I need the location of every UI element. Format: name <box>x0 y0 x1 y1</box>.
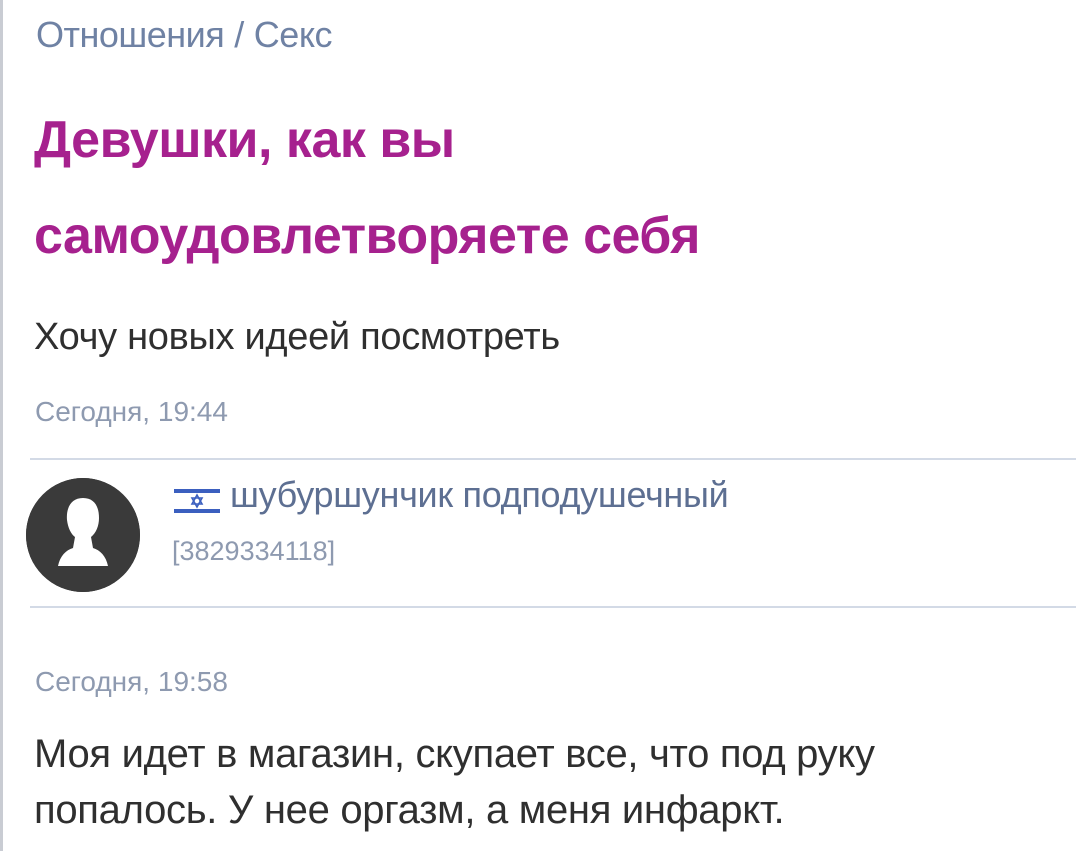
divider <box>30 458 1076 460</box>
post-timestamp: Сегодня, 19:44 <box>35 396 228 427</box>
reply-timestamp: Сегодня, 19:58 <box>35 666 228 697</box>
post-body: Хочу новых идеей посмотреть <box>34 316 560 358</box>
divider <box>30 606 1076 608</box>
left-border <box>0 0 3 851</box>
author-name[interactable]: шубуршунчик подподушечный <box>230 474 729 516</box>
israel-flag-icon <box>174 486 220 516</box>
post-title: Девушки, как вы самоудовлетворяете себя <box>34 92 1034 284</box>
breadcrumb-separator: / <box>234 14 244 55</box>
reply-text: Моя идет в магазин, скупает все, что под… <box>34 732 875 832</box>
breadcrumb-link-relations[interactable]: Отношения <box>36 14 225 55</box>
user-silhouette-icon[interactable] <box>26 478 140 592</box>
post-title-line-2: самоудовлетворяете себя <box>34 207 701 265</box>
breadcrumb-link-sex[interactable]: Секс <box>254 14 333 55</box>
author-id: [3829334118] <box>172 536 336 566</box>
breadcrumb: Отношения / Секс <box>36 14 332 56</box>
post-title-line-1: Девушки, как вы <box>34 111 455 169</box>
